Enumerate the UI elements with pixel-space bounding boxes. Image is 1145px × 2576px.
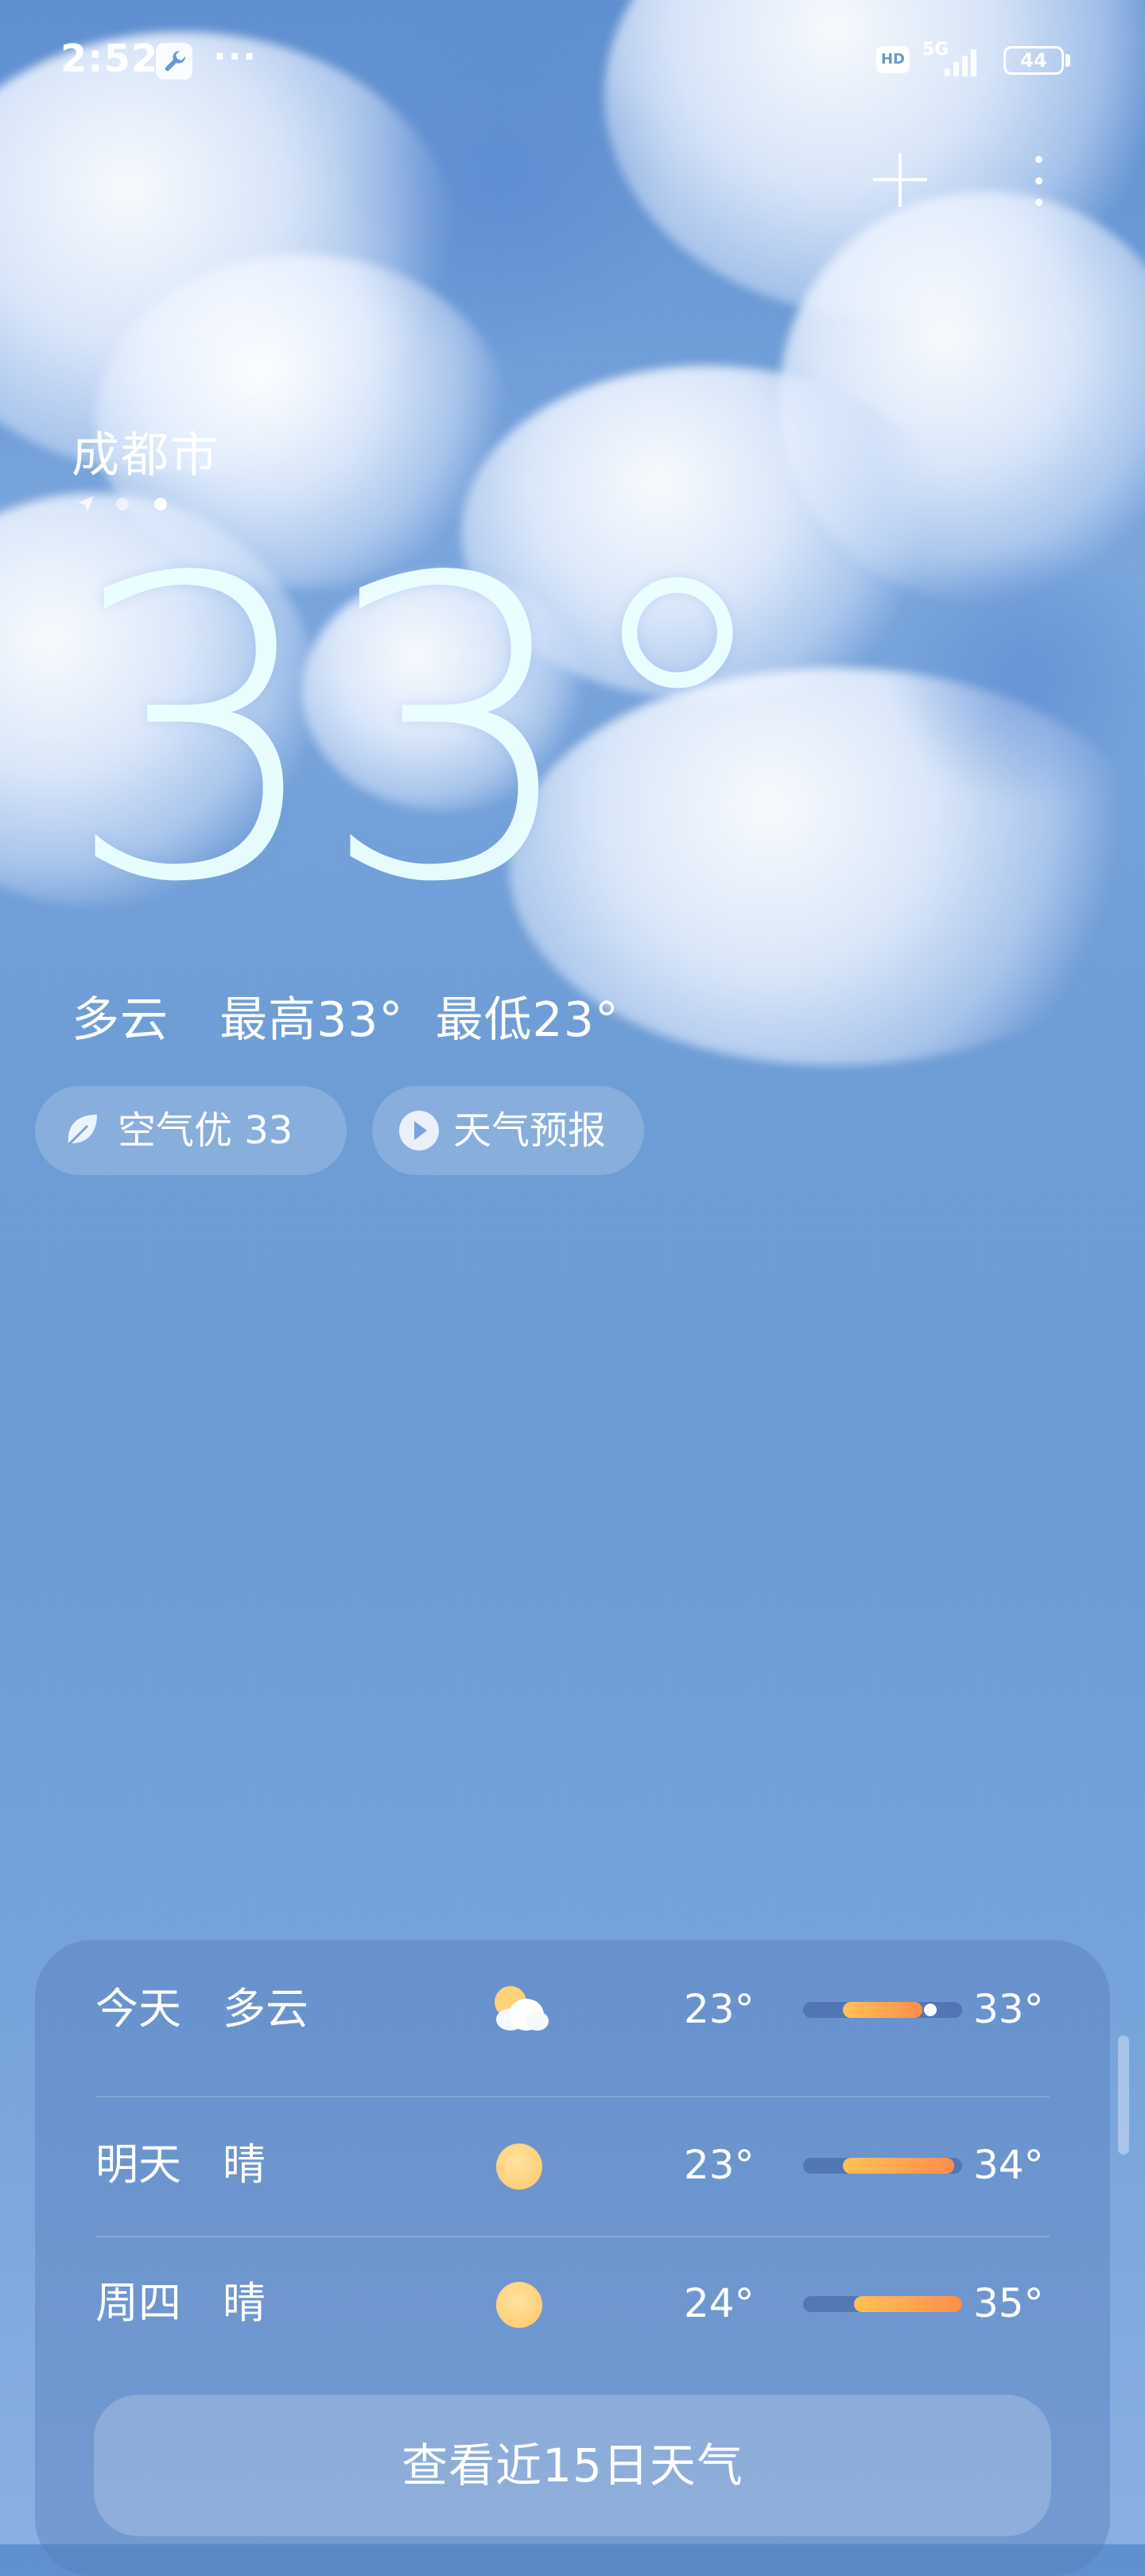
air-quality-label: 空气优 33 — [118, 1108, 293, 1153]
add-city-button[interactable] — [871, 151, 929, 208]
play-icon — [399, 1111, 439, 1150]
temperature-range-bar — [803, 2296, 962, 2312]
forecast-day: 周四 — [95, 2278, 181, 2328]
current-temperature-marker — [924, 2004, 937, 2016]
temperature-range-bar — [803, 2002, 962, 2018]
current-temperature: 33° — [64, 491, 781, 972]
view-15-day-forecast-button[interactable]: 查看近15日天气 — [94, 2395, 1051, 2536]
forecast-high: 34° — [973, 2142, 1044, 2188]
forecast-low: 23° — [684, 2142, 755, 2188]
forecast-high: 35° — [973, 2280, 1044, 2326]
forecast-condition: 晴 — [223, 2140, 266, 2190]
weather-forecast-video-chip[interactable]: 天气预报 — [372, 1086, 644, 1175]
forecast-high: 33° — [973, 1986, 1044, 2032]
forecast-row[interactable]: 明天 晴 23° 34° — [95, 2096, 1050, 2234]
weather-summary: 多云 最高33° 最低23° — [72, 981, 654, 1050]
forecast-condition: 多云 — [223, 1984, 309, 2034]
forecast-row[interactable]: 今天 多云 23° 33° — [95, 1940, 1050, 2078]
forecast-day: 明天 — [95, 2140, 181, 2190]
battery-level: 44 — [1020, 49, 1047, 72]
air-quality-chip[interactable]: 空气优 33 — [35, 1086, 347, 1175]
wrench-icon — [156, 43, 192, 80]
hd-badge: HD — [876, 46, 910, 73]
scroll-indicator[interactable] — [1118, 2035, 1129, 2155]
status-time: 2:52 — [60, 37, 159, 81]
low-temperature: 最低23° — [435, 992, 619, 1048]
sun-icon — [493, 2279, 545, 2331]
temperature-range-fill — [854, 2296, 962, 2312]
forecast-row[interactable]: 周四 晴 24° 35° — [95, 2234, 1050, 2372]
forecast-low: 23° — [684, 1986, 755, 2032]
partly-cloudy-icon — [493, 1984, 549, 2037]
high-temperature: 最高33° — [219, 992, 404, 1048]
leaf-icon — [67, 1115, 97, 1146]
forecast-condition: 晴 — [223, 2278, 266, 2328]
city-name: 成都市 — [72, 428, 219, 483]
notification-more-icon: ··· — [213, 37, 258, 77]
weather-forecast-label: 天气预报 — [453, 1108, 607, 1153]
weather-condition: 多云 — [72, 992, 169, 1048]
forecast-low: 24° — [684, 2280, 755, 2326]
temperature-range-bar — [803, 2158, 962, 2174]
temperature-range-fill — [843, 2158, 954, 2174]
forecast-card: 今天 多云 23° 33° 明天 晴 23° 34° 周四 晴 24° 35° … — [35, 1940, 1110, 2576]
more-options-button[interactable] — [1027, 153, 1050, 210]
battery-icon: 44 — [1003, 46, 1064, 75]
battery-tip — [1065, 54, 1070, 67]
status-bar: 2:52 ··· HD 5G 44 — [0, 0, 1145, 119]
signal-icon — [945, 49, 976, 76]
temperature-range-fill — [843, 2002, 922, 2018]
forecast-day: 今天 — [95, 1984, 181, 2034]
sun-icon — [493, 2140, 545, 2193]
